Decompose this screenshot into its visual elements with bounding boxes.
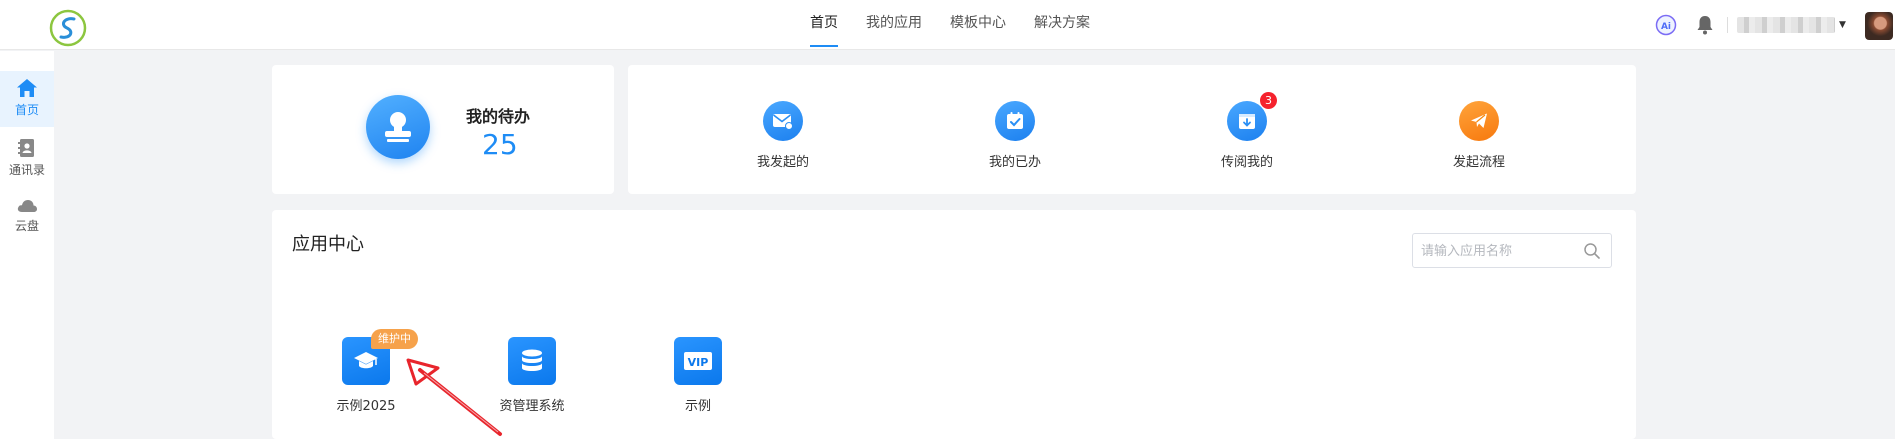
sidebar-item-label: 首页 — [14, 103, 39, 117]
search-icon[interactable] — [1583, 242, 1601, 260]
nav-my-apps[interactable]: 我的应用 — [856, 0, 932, 50]
nav-home[interactable]: 首页 — [800, 0, 848, 50]
app-search-input[interactable] — [1421, 241, 1581, 261]
maintenance-tag: 维护中 — [371, 329, 418, 349]
graduation-cap-icon — [354, 352, 378, 369]
contacts-icon — [18, 139, 34, 157]
ai-icon-text: Ai — [1661, 22, 1671, 32]
quick-item-label: 我的已办 — [988, 155, 1041, 170]
main-nav: 首页 我的应用 模板中心 解决方案 — [800, 0, 1108, 50]
user-avatar[interactable] — [1865, 12, 1893, 40]
cloud-icon — [17, 200, 37, 212]
toolbar-divider — [1727, 17, 1728, 33]
sidebar-item-cloud[interactable]: 云盘 — [0, 191, 54, 247]
todo-card[interactable]: 我的待办 25 — [272, 65, 614, 194]
vip-icon: VIP — [684, 352, 712, 370]
todo-user-stamp-icon — [366, 95, 430, 159]
sidebar-item-contacts[interactable]: 通讯录 — [0, 131, 54, 187]
nav-template-center[interactable]: 模板中心 — [940, 0, 1016, 50]
mail-icon — [773, 114, 793, 130]
unread-count-badge: 3 — [1260, 92, 1277, 109]
app-item-example[interactable]: VIP 示例 — [638, 337, 758, 414]
top-navigation-bar: 首页 我的应用 模板中心 解决方案 Ai ▼ — [0, 0, 1895, 50]
inbox-download-icon — [1239, 114, 1255, 129]
app-logo[interactable] — [48, 8, 88, 48]
calendar-check-icon — [1007, 112, 1023, 129]
app-search-box[interactable] — [1412, 233, 1612, 268]
red-annotation-arrow — [406, 358, 502, 436]
todo-title: 我的待办 — [466, 107, 531, 126]
left-sidebar: 首页 通讯录 云盘 — [0, 51, 54, 439]
quick-item-label: 传阅我的 — [1220, 155, 1273, 170]
vip-icon-text: VIP — [688, 356, 709, 369]
sidebar-item-home[interactable]: 首页 — [0, 71, 54, 127]
quick-item-label: 发起流程 — [1452, 155, 1505, 170]
todo-count[interactable]: 25 — [482, 128, 518, 161]
nav-solutions[interactable]: 解决方案 — [1024, 0, 1100, 50]
sidebar-item-label: 云盘 — [14, 219, 39, 233]
quick-item-circulated-to-me[interactable]: 3 传阅我的 — [1187, 92, 1307, 170]
quick-item-start-process[interactable]: 发起流程 — [1419, 101, 1539, 170]
paper-plane-icon — [1471, 113, 1487, 128]
sidebar-item-label: 通讯录 — [8, 163, 45, 177]
database-icon — [522, 349, 542, 371]
ai-assistant-icon[interactable]: Ai — [1655, 14, 1677, 36]
bell-icon[interactable] — [1695, 14, 1715, 36]
home-icon — [17, 79, 37, 97]
quick-actions-card: 我发起的 我的已办 3 传阅我的 发起流程 — [628, 65, 1636, 194]
chevron-down-icon[interactable]: ▼ — [1839, 20, 1846, 30]
quick-item-initiated-by-me[interactable]: 我发起的 — [723, 101, 843, 170]
app-center-title: 应用中心 — [292, 234, 364, 255]
quick-item-label: 我发起的 — [756, 155, 809, 170]
app-label: 示例 — [684, 399, 711, 414]
username-blurred[interactable] — [1737, 17, 1835, 33]
quick-item-done-by-me[interactable]: 我的已办 — [955, 101, 1075, 170]
